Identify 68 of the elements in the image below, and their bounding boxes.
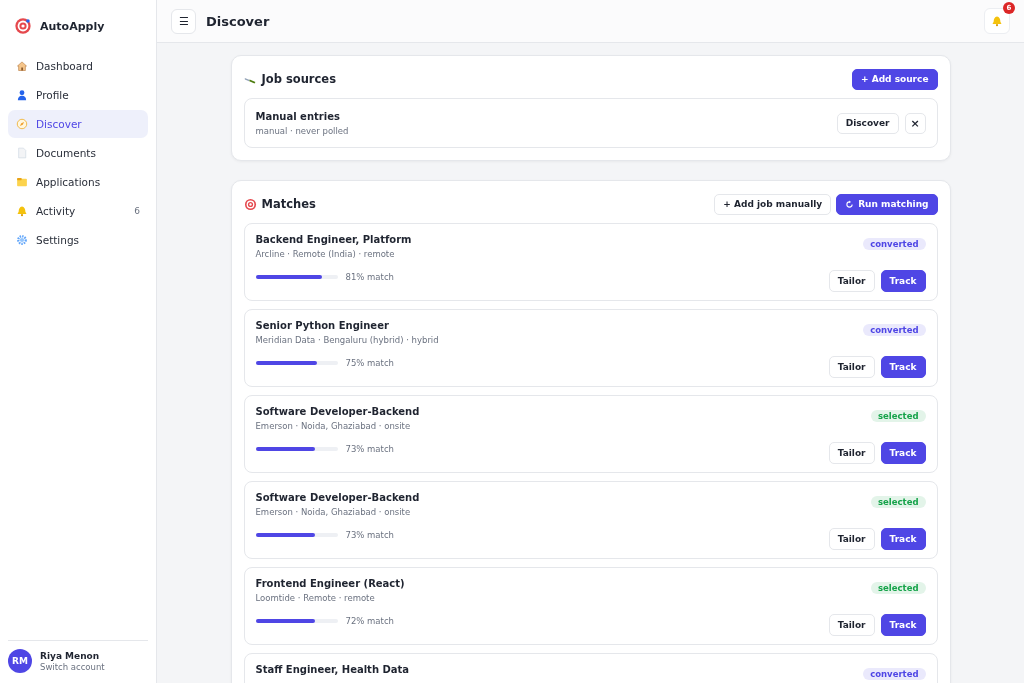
job-title: Senior Python Engineer <box>255 320 390 331</box>
document-icon <box>16 147 28 159</box>
sidebar-item[interactable]: Activity 6 <box>8 197 148 225</box>
tailor-button[interactable]: Tailor <box>828 270 875 292</box>
house-icon <box>16 60 28 72</box>
job-meta: Meridian Data · Bengaluru (hybrid) · hybrid <box>255 335 439 345</box>
source-name: Manual entries <box>255 110 341 122</box>
account-switcher[interactable]: RM Riya Menon Switch account <box>8 640 148 683</box>
refresh-icon <box>845 199 855 209</box>
person-icon <box>16 89 28 101</box>
switch-account-link[interactable]: Switch account <box>40 661 105 672</box>
match-score: 72% match <box>345 616 394 626</box>
sidebar-item[interactable]: Applications <box>8 168 148 196</box>
match-score: 73% match <box>345 444 394 454</box>
match-score: 75% match <box>345 358 394 368</box>
gear-icon <box>16 234 28 246</box>
sidebar-item[interactable]: Discover <box>8 110 148 138</box>
bell-icon <box>16 205 28 217</box>
section-title: Job sources <box>261 72 336 86</box>
status-badge: converted <box>863 668 926 680</box>
sidebar-item[interactable]: Documents <box>8 139 148 167</box>
job-title: Staff Engineer, Health Data <box>255 664 410 675</box>
job-meta: Loomtide · Remote · remote <box>255 593 376 603</box>
tailor-button[interactable]: Tailor <box>828 356 875 378</box>
status-badge: converted <box>863 238 926 250</box>
add-source-button[interactable]: + Add source <box>852 68 938 90</box>
remove-button[interactable]: × <box>904 112 926 134</box>
sidebar-item[interactable]: Dashboard <box>8 52 148 80</box>
avatar: RM <box>8 649 32 673</box>
job-title: Backend Engineer, Platform <box>255 234 412 245</box>
tailor-button[interactable]: Tailor <box>828 614 875 636</box>
job-meta: Emerson · Noida, Ghaziabad · onsite <box>255 507 412 517</box>
app-name: AutoApply <box>40 19 105 33</box>
compass-icon <box>16 118 28 130</box>
status-badge: selected <box>871 410 926 422</box>
sidebar-item[interactable]: Profile <box>8 81 148 109</box>
bell-icon <box>991 15 1003 27</box>
folder-icon <box>16 176 28 188</box>
add-job-button[interactable]: + Add job manually <box>714 193 832 215</box>
track-button[interactable]: Track <box>880 614 926 636</box>
job-meta: Emerson · Noida, Ghaziabad · onsite <box>255 421 412 431</box>
match-score: 81% match <box>345 272 394 282</box>
track-button[interactable]: Track <box>880 442 926 464</box>
tailor-button[interactable]: Tailor <box>828 442 875 464</box>
user-name: Riya Menon <box>40 650 101 661</box>
discover-button[interactable]: Discover <box>836 112 899 134</box>
source-meta: manual · never polled <box>255 125 349 136</box>
match-score: 73% match <box>345 530 394 540</box>
job-title: Frontend Engineer (React) <box>255 578 405 589</box>
status-badge: selected <box>871 582 926 594</box>
job-title: Software Developer-Backend <box>255 406 420 417</box>
sidebar-item[interactable]: Settings <box>8 226 148 254</box>
page-title: Discover <box>206 13 270 29</box>
job-title: Software Developer-Backend <box>255 492 420 503</box>
target-icon <box>243 197 257 211</box>
notifications-button[interactable] <box>984 8 1010 34</box>
target-icon <box>14 17 32 35</box>
status-badge: converted <box>863 324 926 336</box>
activity-count: 6 <box>134 206 140 216</box>
job-meta: Arcline · Remote (India) · remote <box>255 249 396 259</box>
track-button[interactable]: Track <box>880 528 926 550</box>
tailor-button[interactable]: Tailor <box>828 528 875 550</box>
track-button[interactable]: Track <box>880 270 926 292</box>
track-button[interactable]: Track <box>880 356 926 378</box>
section-title: Matches <box>261 197 316 211</box>
status-badge: selected <box>871 496 926 508</box>
run-matching-button[interactable]: Run matching <box>836 193 938 215</box>
menu-button[interactable]: ☰ <box>171 8 196 34</box>
